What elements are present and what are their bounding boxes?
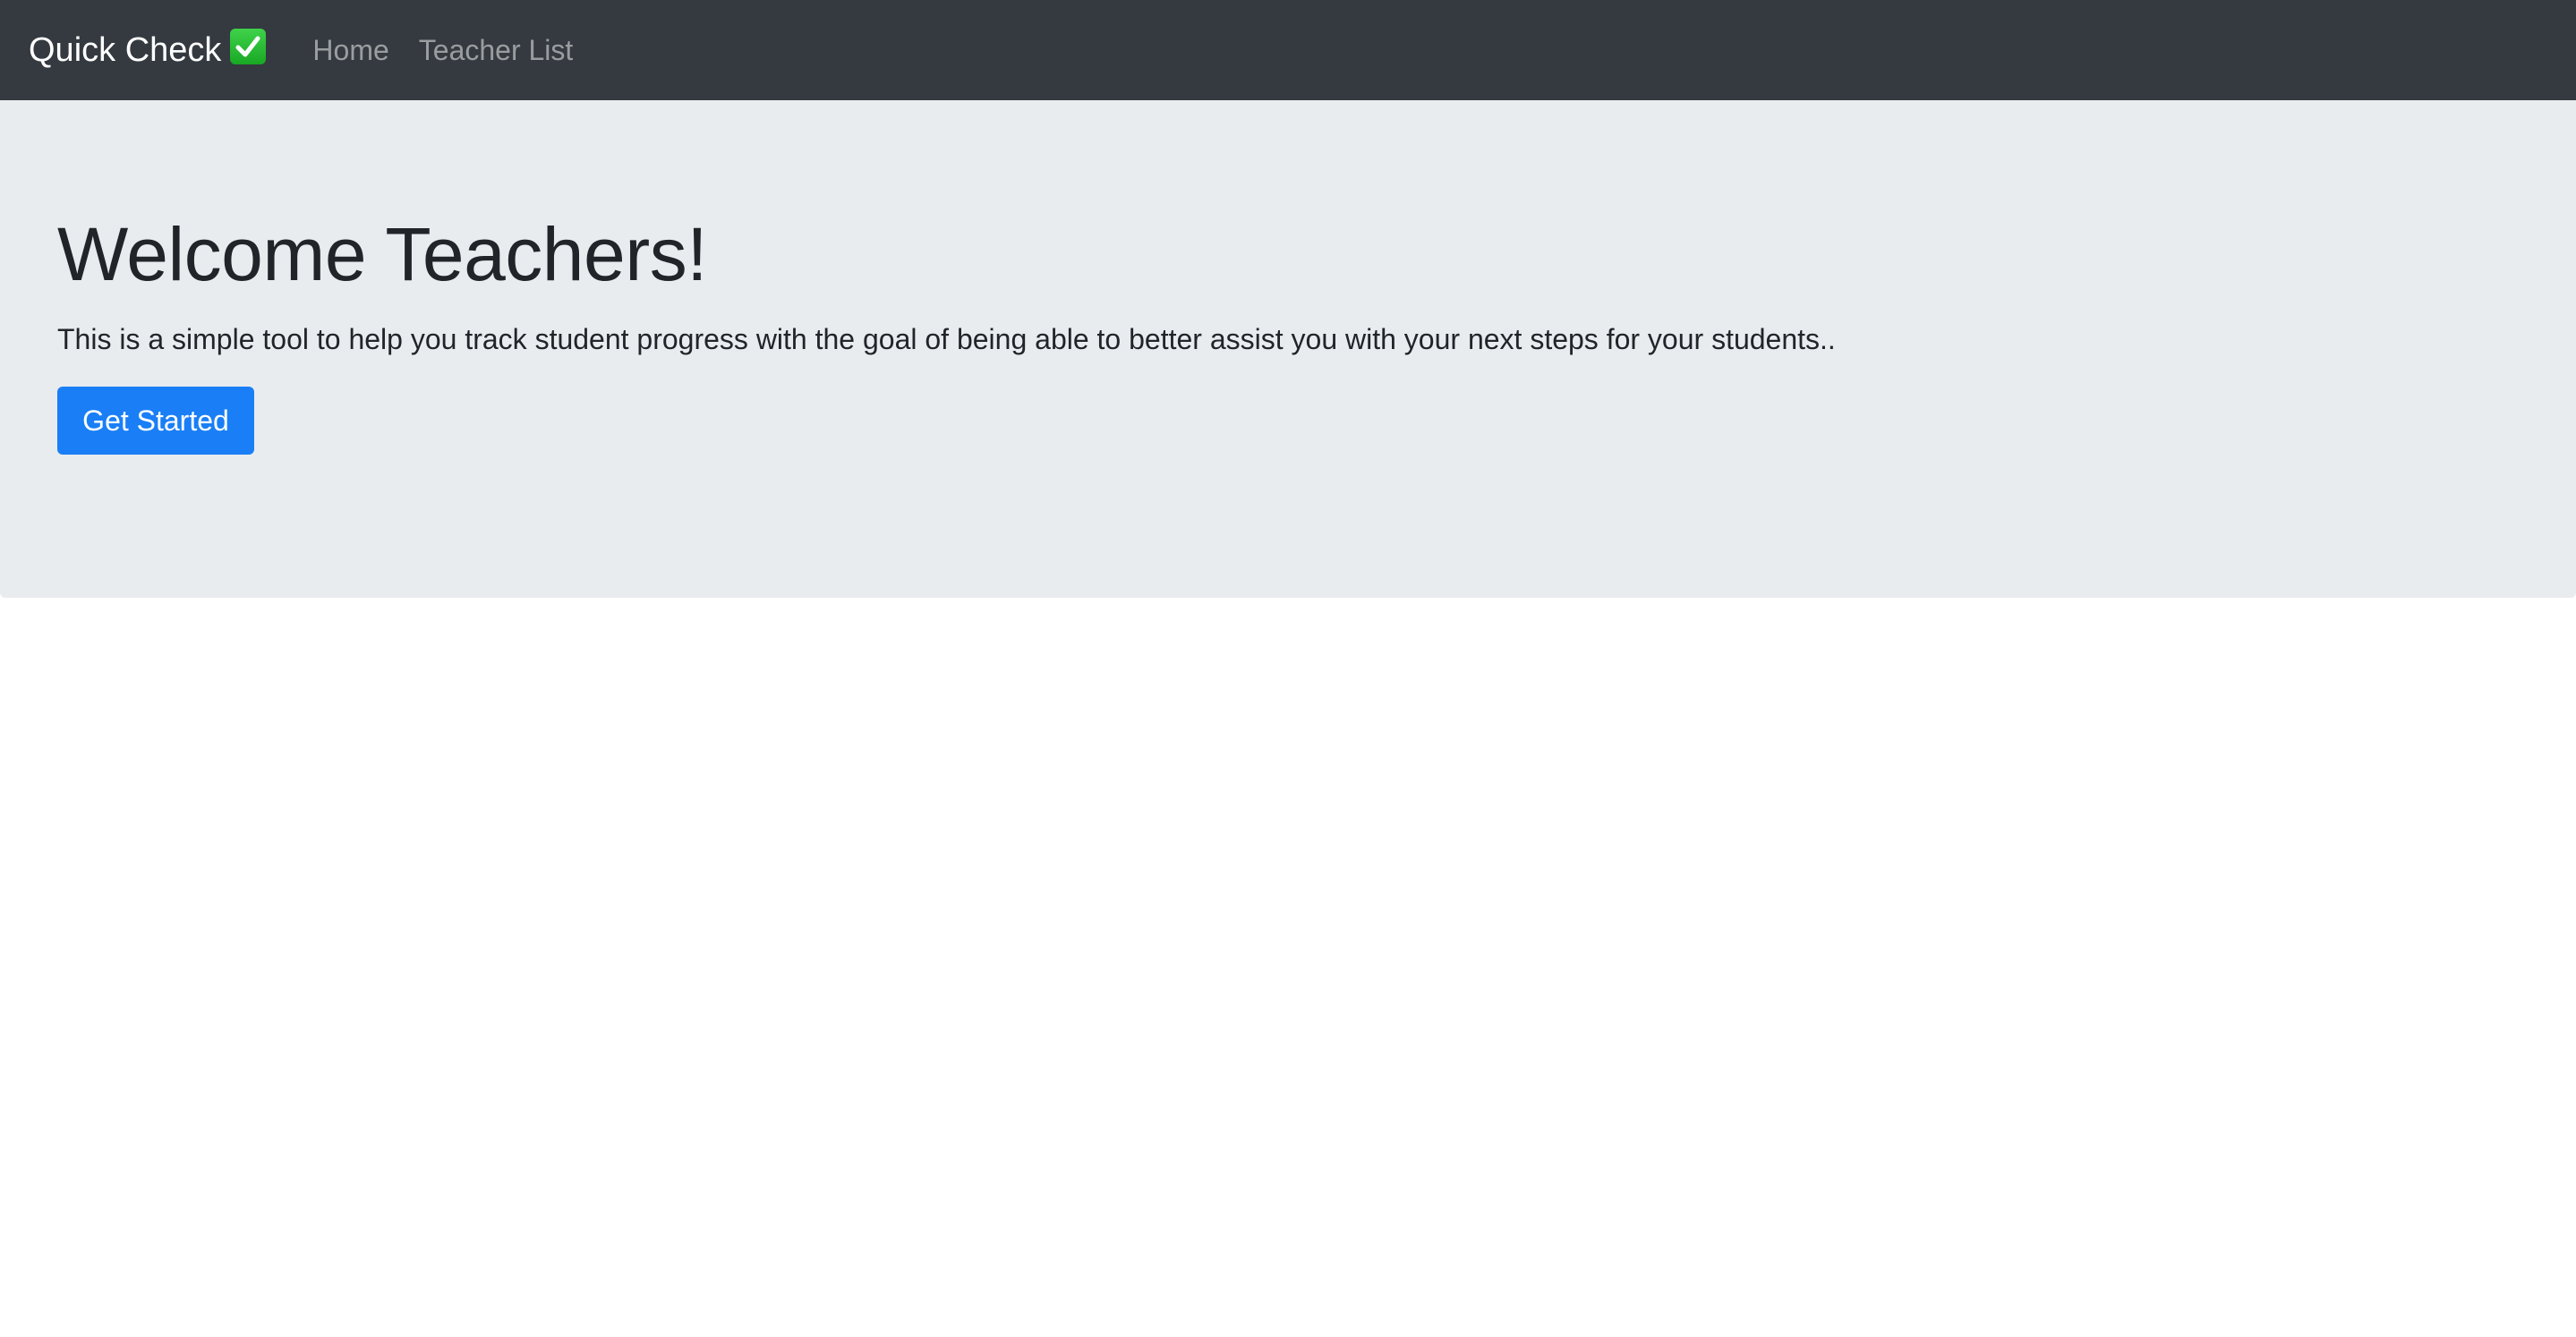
hero-jumbotron: Welcome Teachers! This is a simple tool … [0,100,2576,598]
page-title: Welcome Teachers! [57,212,708,296]
nav-link-teacher-list[interactable]: Teacher List [419,34,574,67]
brand-name: Quick Check [29,31,222,69]
get-started-button[interactable]: Get Started [57,387,254,455]
top-navbar: Quick Check Home Teacher List [0,0,2576,100]
checkmark-box-icon [230,29,267,64]
nav-link-home[interactable]: Home [312,34,388,67]
hero-description: This is a simple tool to help you track … [57,323,1836,355]
brand-link[interactable]: Quick Check [29,29,267,69]
nav-links: Home Teacher List [312,34,602,67]
